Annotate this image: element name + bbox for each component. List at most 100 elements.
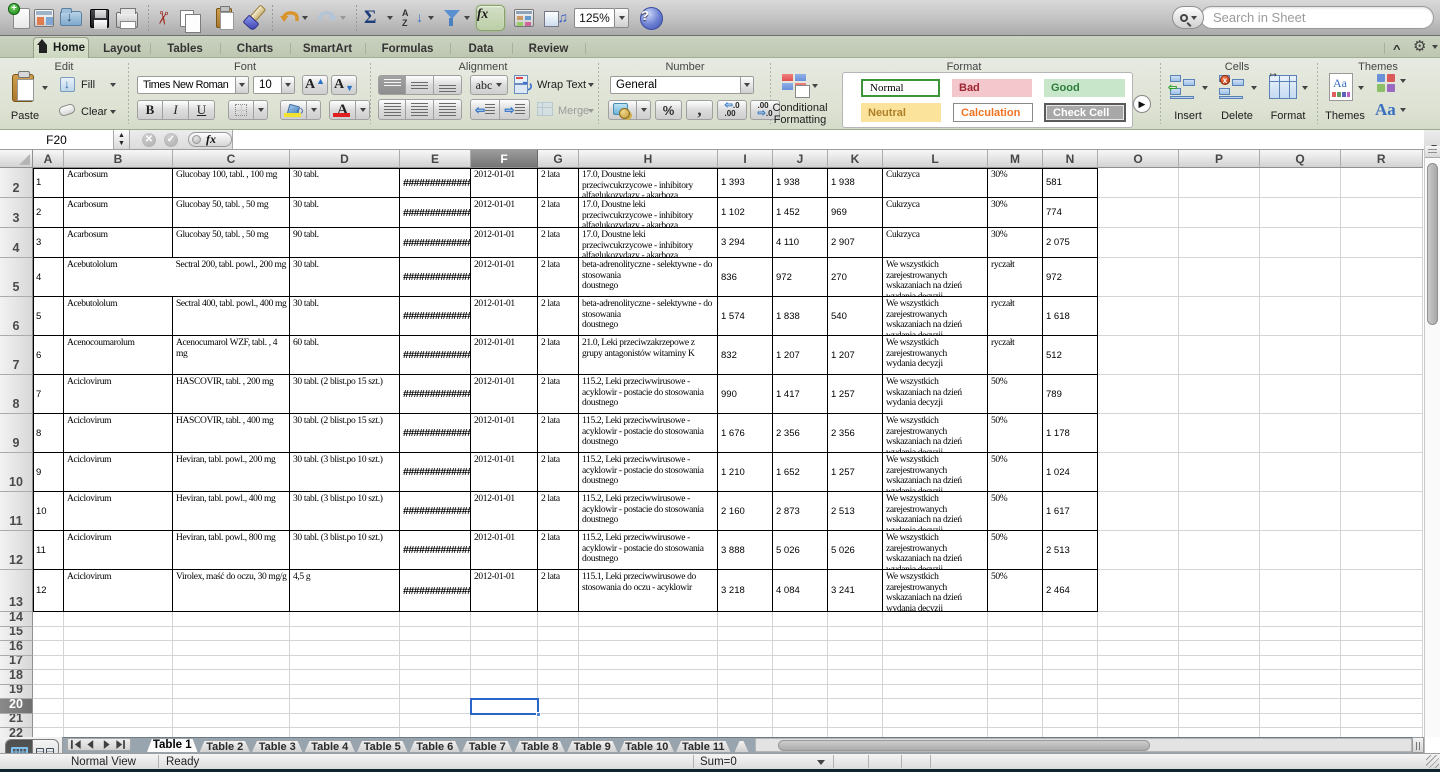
- cell-B7[interactable]: Acenocoumarolum: [64, 336, 173, 375]
- cell-P12[interactable]: [1179, 531, 1260, 570]
- cell-K19[interactable]: [828, 685, 883, 700]
- paste-dropdown-icon[interactable]: [42, 86, 48, 90]
- row-header-5[interactable]: 5: [0, 258, 33, 297]
- format-dropdown-icon[interactable]: [1302, 86, 1308, 90]
- themes-label[interactable]: Themes: [1325, 110, 1365, 122]
- cell-F2[interactable]: 2012-01-01: [471, 168, 538, 198]
- themes-icon[interactable]: [1329, 73, 1353, 101]
- cell-F12[interactable]: 2012-01-01: [471, 531, 538, 570]
- cell-G11[interactable]: 2 lata: [538, 492, 579, 531]
- cell-I18[interactable]: [718, 670, 773, 685]
- column-header-J[interactable]: J: [773, 150, 828, 168]
- cell-C13[interactable]: Virolex, maść do oczu, 30 mg/g: [173, 570, 290, 612]
- name-box[interactable]: F20: [0, 130, 114, 149]
- column-header-B[interactable]: B: [64, 150, 173, 168]
- cell-H20[interactable]: [579, 699, 718, 714]
- cell-N15[interactable]: [1043, 627, 1098, 642]
- fill-handle[interactable]: [536, 712, 541, 717]
- cell-K7[interactable]: 1 207: [828, 336, 883, 375]
- cell-R10[interactable]: [1341, 453, 1423, 492]
- cell-C15[interactable]: [173, 627, 290, 642]
- cell-N2[interactable]: 581: [1043, 168, 1098, 198]
- cell-M13[interactable]: 50%: [988, 570, 1043, 612]
- new-workbook-icon[interactable]: +: [13, 4, 30, 32]
- cell-H3[interactable]: 17.0, Doustne lekiprzeciwcukrzycowe - in…: [579, 198, 718, 228]
- cell-K3[interactable]: 969: [828, 198, 883, 228]
- cell-K8[interactable]: 1 257: [828, 375, 883, 414]
- cell-B17[interactable]: [64, 656, 173, 671]
- cell-D7[interactable]: 60 tabl.: [290, 336, 400, 375]
- cell-O15[interactable]: [1098, 627, 1179, 642]
- cell-J2[interactable]: 1 938: [773, 168, 828, 198]
- cell-R22[interactable]: [1341, 728, 1423, 737]
- clear-label[interactable]: Clear: [81, 106, 107, 118]
- cell-G16[interactable]: [538, 641, 579, 656]
- column-header-O[interactable]: O: [1098, 150, 1179, 168]
- cell-K16[interactable]: [828, 641, 883, 656]
- row-header-15[interactable]: 15: [0, 627, 33, 642]
- cell-Q12[interactable]: [1260, 531, 1341, 570]
- cell-O14[interactable]: [1098, 612, 1179, 627]
- cell-I2[interactable]: 1 393: [718, 168, 773, 198]
- cell-D19[interactable]: [290, 685, 400, 700]
- sum-dropdown-icon[interactable]: [817, 760, 825, 765]
- cell-N11[interactable]: 1 617: [1043, 492, 1098, 531]
- cell-B11[interactable]: Aciclovirum: [64, 492, 173, 531]
- cell-K5[interactable]: 270: [828, 258, 883, 297]
- column-header-A[interactable]: A: [33, 150, 64, 168]
- column-header-G[interactable]: G: [538, 150, 579, 168]
- wrap-text-dropdown-icon[interactable]: [588, 83, 594, 87]
- open-icon[interactable]: [60, 4, 82, 32]
- column-header-P[interactable]: P: [1179, 150, 1260, 168]
- cell-I22[interactable]: [718, 728, 773, 737]
- cell-F13[interactable]: 2012-01-01: [471, 570, 538, 612]
- cell-B14[interactable]: [64, 612, 173, 627]
- sort-icon[interactable]: AZ: [402, 4, 418, 32]
- cell-E2[interactable]: ###############: [400, 168, 471, 198]
- cell-K4[interactable]: 2 907: [828, 228, 883, 258]
- cell-I6[interactable]: 1 574: [718, 297, 773, 336]
- cell-P19[interactable]: [1179, 685, 1260, 700]
- cell-B3[interactable]: Acarbosum: [64, 198, 173, 228]
- cell-B10[interactable]: Aciclovirum: [64, 453, 173, 492]
- fill-color-dropdown-icon[interactable]: [307, 100, 321, 120]
- font-family-select[interactable]: Times New Roman: [137, 76, 249, 94]
- cell-H10[interactable]: 115.2, Leki przeciwwirusowe -acyklowir -…: [579, 453, 718, 492]
- borders-button[interactable]: [228, 100, 254, 120]
- cell-R9[interactable]: [1341, 414, 1423, 453]
- cell-O13[interactable]: [1098, 570, 1179, 612]
- sheet-nav-arrows-icons[interactable]: [71, 740, 127, 749]
- cell-O22[interactable]: [1098, 728, 1179, 737]
- font-color-dropdown-icon[interactable]: [356, 100, 370, 120]
- cell-J16[interactable]: [773, 641, 828, 656]
- cell-L21[interactable]: [883, 714, 988, 729]
- sheet-tab-table-3[interactable]: Table 3: [251, 740, 304, 753]
- cell-D4[interactable]: 90 tabl.: [290, 228, 400, 258]
- cell-N10[interactable]: 1 024: [1043, 453, 1098, 492]
- column-header-L[interactable]: L: [883, 150, 988, 168]
- cell-N14[interactable]: [1043, 612, 1098, 627]
- zoom-control[interactable]: 125%: [574, 8, 615, 28]
- cell-Q4[interactable]: [1260, 228, 1341, 258]
- row-header-2[interactable]: 2: [0, 168, 33, 198]
- sheet-tab-table-5[interactable]: Table 5: [356, 740, 409, 753]
- cell-A17[interactable]: [33, 656, 64, 671]
- cell-L14[interactable]: [883, 612, 988, 627]
- cell-P15[interactable]: [1179, 627, 1260, 642]
- cell-J3[interactable]: 1 452: [773, 198, 828, 228]
- row-header-11[interactable]: 11: [0, 492, 33, 531]
- column-header-C[interactable]: C: [173, 150, 290, 168]
- cell-L3[interactable]: Cukrzyca: [883, 198, 988, 228]
- cell-M14[interactable]: [988, 612, 1043, 627]
- cell-C20[interactable]: [173, 699, 290, 714]
- cell-Q9[interactable]: [1260, 414, 1341, 453]
- borders-dropdown-icon[interactable]: [254, 100, 268, 120]
- style-normal[interactable]: Normal: [861, 79, 940, 97]
- align-left-button[interactable]: [378, 99, 406, 120]
- cell-P2[interactable]: [1179, 168, 1260, 198]
- cell-B5[interactable]: AcebutololumSectral 200, tabl. powl., 20…: [64, 258, 290, 297]
- merge-label[interactable]: Merge: [558, 105, 589, 117]
- row-header-3[interactable]: 3: [0, 198, 33, 228]
- cell-K13[interactable]: 3 241: [828, 570, 883, 612]
- tab-review[interactable]: Review: [512, 39, 585, 58]
